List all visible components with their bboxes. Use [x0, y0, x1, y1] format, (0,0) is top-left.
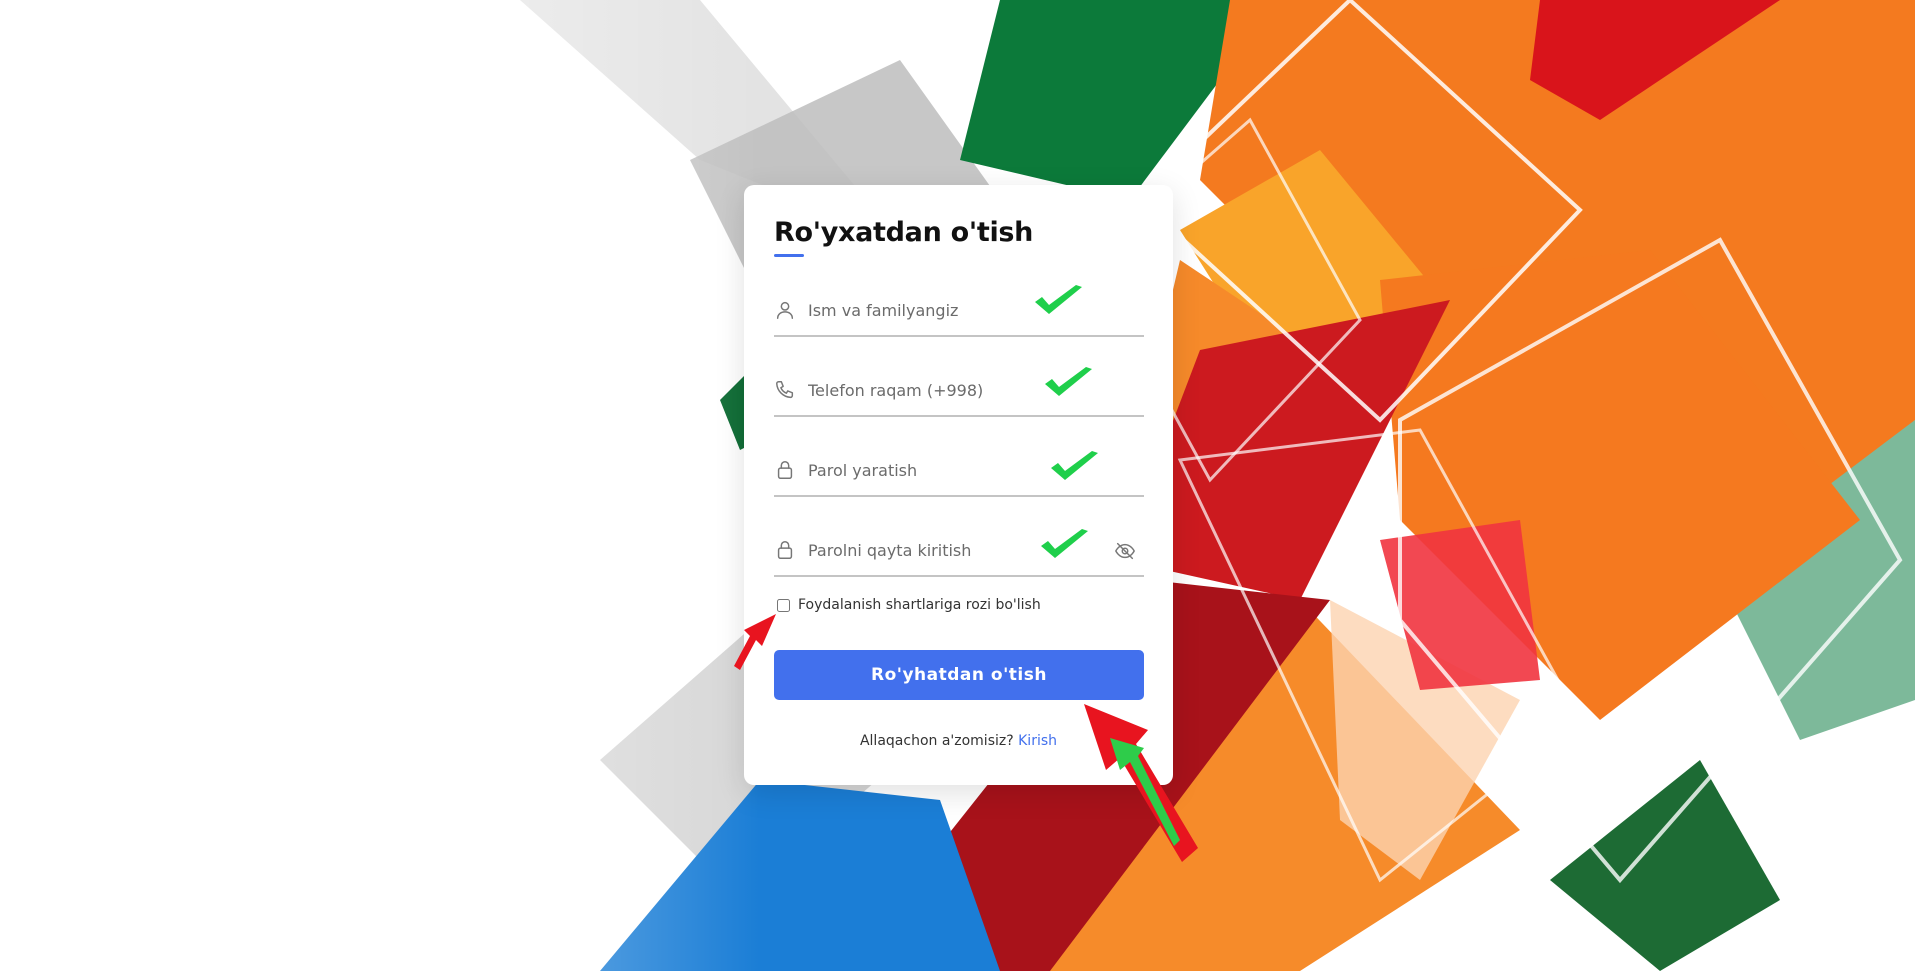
phone-field: [774, 365, 1144, 417]
terms-row: Foydalanish shartlariga rozi bo'lish: [777, 595, 1041, 615]
register-button[interactable]: Ro'yhatdan o'tish: [774, 650, 1144, 700]
phone-input[interactable]: [808, 373, 1028, 407]
terms-checkbox[interactable]: [777, 598, 790, 612]
title-underline: [774, 254, 804, 257]
name-input[interactable]: [808, 293, 1028, 327]
title-text: Ro'yxatdan o'tish: [774, 217, 1034, 248]
user-icon: [774, 299, 796, 321]
password-input[interactable]: [808, 453, 1028, 487]
login-link[interactable]: Kirish: [1018, 733, 1057, 749]
phone-icon: [774, 379, 796, 401]
page-background: Ro'yxatdan o'tish Ism va familyangiz Tel…: [0, 0, 1915, 971]
check-icon: [1032, 283, 1086, 321]
password-field: [774, 445, 1144, 497]
page-title: Ro'yxatdan o'tish: [774, 215, 1034, 257]
lock-icon: [774, 539, 796, 561]
check-icon: [1042, 365, 1096, 403]
check-icon: [1048, 449, 1102, 487]
registration-card: Ro'yxatdan o'tish Ism va familyangiz Tel…: [744, 185, 1173, 785]
confirm-password-input[interactable]: [808, 533, 1028, 567]
confirm-password-field: [774, 525, 1144, 577]
eye-off-icon[interactable]: [1114, 540, 1136, 562]
lock-icon: [774, 459, 796, 481]
login-prompt: Allaqachon a'zomisiz? Kirish: [744, 733, 1173, 749]
check-icon: [1038, 527, 1092, 565]
name-field: [774, 285, 1144, 337]
terms-label[interactable]: Foydalanish shartlariga rozi bo'lish: [798, 597, 1041, 613]
login-prompt-text: Allaqachon a'zomisiz?: [859, 733, 1014, 749]
